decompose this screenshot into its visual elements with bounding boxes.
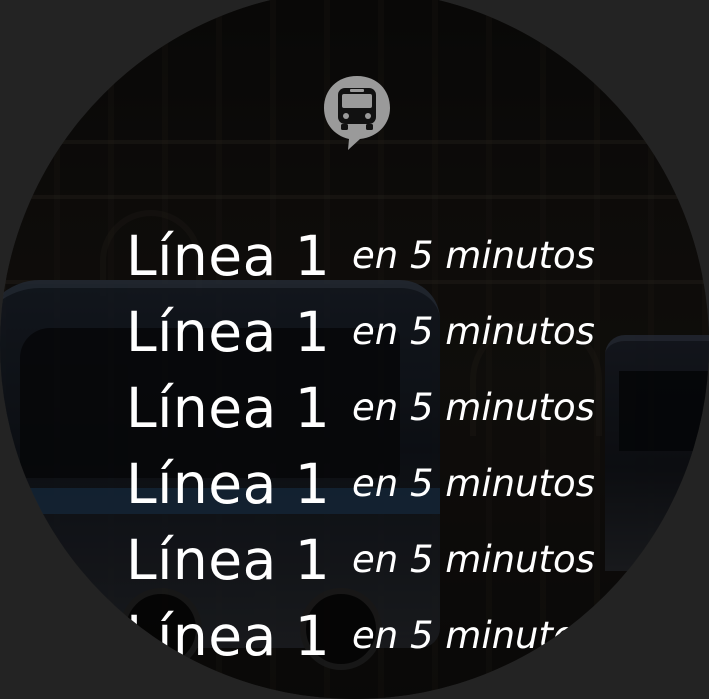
list-item[interactable]: Línea 1 en 5 minutos: [126, 446, 686, 522]
line-name: Línea 1: [126, 376, 331, 440]
list-item[interactable]: Línea 1 en 5 minutos: [126, 218, 686, 294]
line-name: Línea 1: [126, 300, 331, 364]
list-item[interactable]: Línea 1 en 5 minutos: [126, 598, 686, 674]
round-screen: Línea 1 en 5 minutos Línea 1 en 5 minuto…: [0, 0, 709, 699]
line-name: Línea 1: [126, 528, 331, 592]
arrival-time: en 5 minutos: [352, 538, 595, 581]
list-item[interactable]: Línea 1 en 5 minutos: [126, 522, 686, 598]
arrival-time: en 5 minutos: [352, 310, 595, 353]
arrival-time: en 5 minutos: [352, 234, 595, 277]
line-name: Línea 1: [126, 452, 331, 516]
line-name: Línea 1: [126, 604, 331, 668]
arrival-time: en 5 minutos: [352, 462, 595, 505]
list-item[interactable]: Línea 1 en 5 minutos: [126, 294, 686, 370]
line-name: Línea 1: [126, 224, 331, 288]
arrival-time: en 5 minutos: [352, 614, 595, 657]
arrival-time: en 5 minutos: [352, 386, 595, 429]
list-item[interactable]: Línea 1 en 5 minutos: [126, 370, 686, 446]
arrivals-list: Línea 1 en 5 minutos Línea 1 en 5 minuto…: [0, 0, 709, 699]
